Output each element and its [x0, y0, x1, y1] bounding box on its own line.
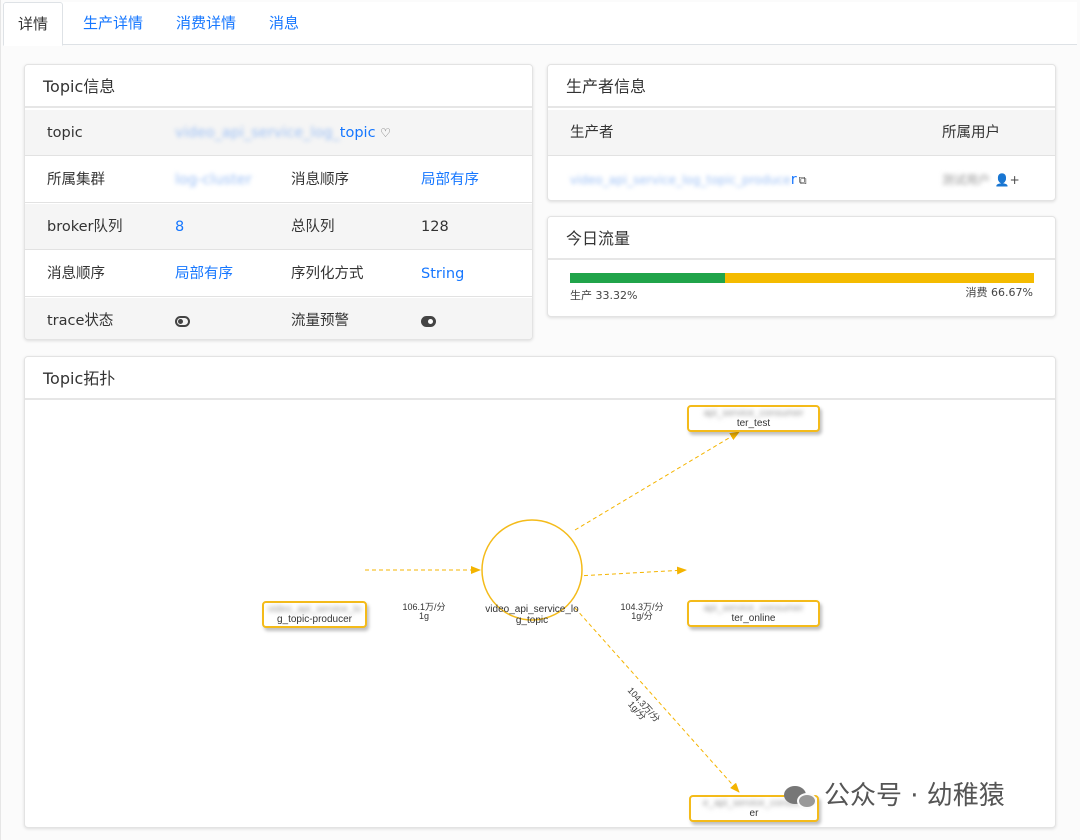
- producer-row: video_api_service_log_topic_producer ⧉ 测试…: [548, 157, 1055, 200]
- edge-topic-online: [576, 566, 687, 577]
- producer-name-suffix: r: [790, 172, 797, 188]
- topology-card: Topic拓扑 video_api_service_lo g_topic vid…: [24, 356, 1056, 828]
- broker-queue-label: broker队列: [47, 219, 123, 235]
- producer-header-row: 生产者 所属用户: [548, 110, 1055, 156]
- tab-consume-details[interactable]: 消费详情: [162, 2, 250, 45]
- consumer-test-line1: api_service_consumer: [703, 408, 804, 419]
- heart-icon[interactable]: ♡: [380, 126, 391, 140]
- trace-row: trace状态 流量预警: [25, 298, 532, 339]
- online-edge-label: 104.3万/分 1g/分: [617, 603, 667, 621]
- trace-toggle[interactable]: [175, 298, 190, 339]
- topic-value-blurred: video_api_service_log_: [175, 125, 340, 141]
- producer-info-card: 生产者信息 生产者 所属用户 video_api_service_log_top…: [547, 64, 1056, 201]
- topic-node-line2: g_topic: [515, 615, 549, 626]
- copy-icon[interactable]: ⧉: [799, 174, 807, 187]
- trace-label: trace状态: [47, 313, 114, 329]
- tab-messages[interactable]: 消息: [255, 2, 313, 45]
- producer-node-line1: video_api_service_lo: [267, 604, 362, 615]
- cluster-row: 所属集群 log-cluster 消息顺序 局部有序: [25, 157, 532, 203]
- producer-col-header: 生产者: [570, 125, 614, 141]
- traffic-title: 今日流量: [548, 217, 1055, 260]
- producer-edge-size: 1g: [418, 611, 429, 621]
- producer-name-blurred: video_api_service_log_topic_produce: [570, 173, 791, 187]
- producer-user: 测试用户 👤+: [942, 157, 1020, 200]
- tab-bar: 详情 生产详情 消费详情 消息: [3, 2, 1077, 46]
- producer-node[interactable]: video_api_service_lo g_topic-producer: [262, 601, 367, 628]
- cluster-value[interactable]: log-cluster: [175, 157, 252, 203]
- topic-info-title: Topic信息: [25, 65, 532, 108]
- topic-node-line1: video_api_service_lo: [485, 604, 579, 615]
- user-col-header: 所属用户: [942, 125, 1000, 141]
- broker-queue-value[interactable]: 8: [175, 204, 184, 250]
- msg-order-label: 消息顺序: [47, 266, 105, 282]
- toggle-on-icon: [421, 315, 436, 327]
- topic-value[interactable]: video_api_service_log_topic ♡: [175, 110, 391, 156]
- topic-info-card: Topic信息 topic video_api_service_log_topi…: [24, 64, 533, 340]
- topology-title: Topic拓扑: [25, 357, 1055, 400]
- online-edge-size: 1g/分: [631, 611, 653, 621]
- total-queue-value: 128: [421, 219, 449, 235]
- producer-edge-label: 106.1万/分 1g: [399, 603, 449, 621]
- traffic-card: 今日流量 生产 33.32% 消费 66.67%: [547, 216, 1056, 317]
- alert-label: 流量预警: [291, 313, 349, 329]
- serialization-value: String: [421, 266, 465, 282]
- produce-pct-label: 生产 33.32%: [570, 289, 638, 302]
- consumer-online-line2: ter_online: [731, 613, 776, 624]
- consume-segment: [724, 273, 1034, 283]
- topic-node[interactable]: video_api_service_lo g_topic: [482, 604, 582, 626]
- watermark-text: 公众号 · 幼稚猿: [824, 781, 1005, 811]
- tab-produce-details[interactable]: 生产详情: [69, 2, 157, 45]
- producer-info-title: 生产者信息: [548, 65, 1055, 108]
- producer-link[interactable]: video_api_service_log_topic_producer ⧉: [570, 157, 807, 200]
- order-serial-row: 消息顺序 局部有序 序列化方式 String: [25, 251, 532, 297]
- traffic-bar: [570, 273, 1034, 283]
- edge-topic-third: [574, 607, 740, 793]
- edge-topic-test: [574, 431, 740, 531]
- toggle-off-icon: [175, 315, 190, 327]
- topic-label: topic: [47, 125, 83, 141]
- serialization-label: 序列化方式: [291, 266, 364, 282]
- produce-segment: [570, 273, 725, 283]
- topic-value-suffix: topic: [339, 125, 376, 141]
- consumer-online-line1: api_service_consumer: [703, 603, 804, 614]
- producer-node-line2: g_topic-producer: [276, 614, 353, 625]
- total-queue-label: 总队列: [291, 219, 335, 235]
- watermark: 公众号 · 幼稚猿: [784, 776, 1005, 816]
- msg-order-value: 局部有序: [175, 266, 233, 282]
- order-value: 局部有序: [421, 172, 479, 188]
- page: 详情 生产详情 消费详情 消息 Topic信息 topic video_api_…: [0, 0, 1080, 840]
- producer-user-blurred: 测试用户: [942, 173, 991, 187]
- broker-row: broker队列 8 总队列 128: [25, 204, 532, 250]
- user-add-icon[interactable]: 👤+: [995, 173, 1020, 187]
- alert-toggle[interactable]: [421, 298, 436, 339]
- consume-pct-label: 消费 66.67%: [965, 286, 1033, 299]
- order-label: 消息顺序: [291, 172, 349, 188]
- topic-row: topic video_api_service_log_topic ♡: [25, 110, 532, 156]
- consumer-node-test[interactable]: api_service_consumer ter_test: [687, 405, 820, 432]
- cluster-label: 所属集群: [47, 172, 105, 188]
- tab-details[interactable]: 详情: [3, 2, 64, 46]
- wechat-icon: [784, 784, 818, 810]
- consumer-node-online[interactable]: api_service_consumer ter_online: [687, 600, 820, 627]
- consumer-test-line2: ter_test: [736, 418, 771, 429]
